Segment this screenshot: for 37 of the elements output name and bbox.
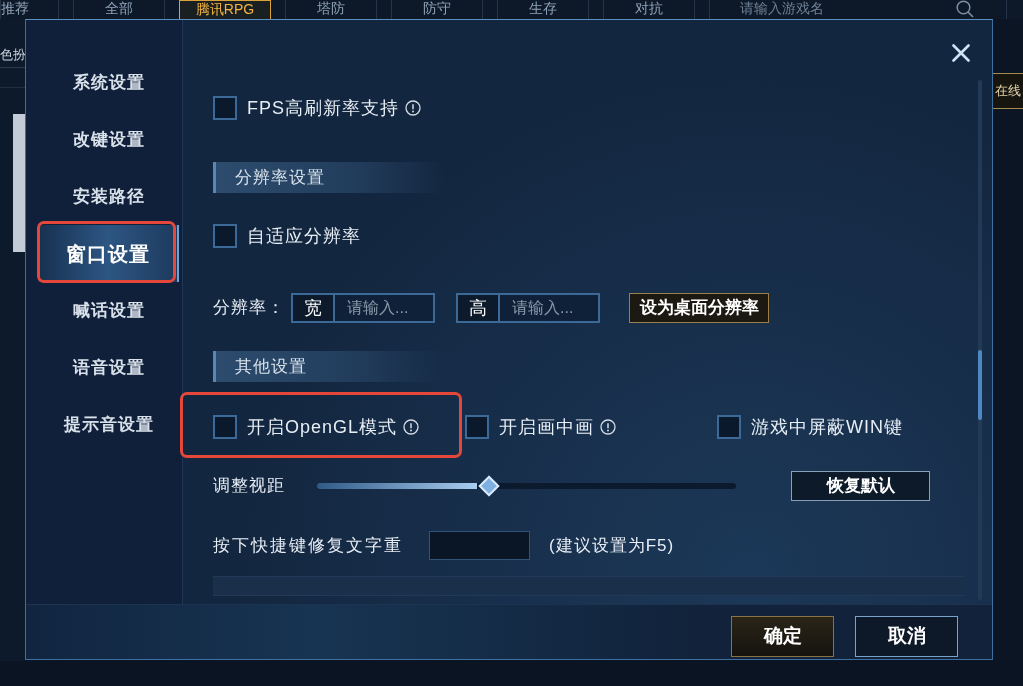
checkbox-label: 开启画中画 bbox=[499, 415, 594, 439]
field-label: 宽 bbox=[291, 293, 335, 323]
field-label: 高 bbox=[456, 293, 500, 323]
checkbox-label: 游戏中屏蔽WIN键 bbox=[751, 415, 903, 439]
online-button[interactable]: 在线 bbox=[993, 73, 1023, 109]
checkbox[interactable] bbox=[717, 415, 741, 439]
sidebar-item[interactable]: 系统设置 bbox=[38, 54, 179, 111]
checkbox[interactable] bbox=[213, 96, 237, 120]
confirm-button[interactable]: 确定 bbox=[731, 616, 834, 657]
close-button[interactable] bbox=[952, 44, 970, 62]
close-icon bbox=[952, 44, 970, 62]
sidebar-item[interactable]: 安装路径 bbox=[38, 168, 179, 225]
search-icon bbox=[956, 0, 974, 18]
sidebar-item[interactable]: 语音设置 bbox=[38, 339, 179, 396]
field-label: 分辨率： bbox=[213, 297, 286, 320]
category-tab[interactable]: 腾讯RPG bbox=[179, 0, 271, 19]
checkbox-label: FPS高刷新率支持 bbox=[247, 96, 399, 120]
text-input[interactable]: 请输入... bbox=[500, 293, 600, 323]
hotkey-label: 按下快捷键修复文字重 bbox=[213, 534, 404, 557]
sidebar-item[interactable]: 提示音设置 bbox=[38, 396, 179, 453]
sidebar-item[interactable]: 喊话设置 bbox=[38, 282, 179, 339]
desktop-resolution-button[interactable]: 设为桌面分辨率 bbox=[629, 293, 769, 323]
reset-button[interactable]: 恢复默认 bbox=[791, 471, 930, 501]
hint-text: (建议设置为F5) bbox=[549, 534, 675, 557]
search-field[interactable]: 请输入游戏名 bbox=[740, 0, 940, 16]
checkbox[interactable] bbox=[213, 224, 237, 248]
checkbox[interactable] bbox=[465, 415, 489, 439]
category-label[interactable]: 色扮 bbox=[0, 47, 26, 63]
cancel-button[interactable]: 取消 bbox=[855, 616, 958, 657]
hotkey-input[interactable] bbox=[429, 531, 530, 560]
sidebar-item[interactable]: 改键设置 bbox=[38, 111, 179, 168]
checkbox-label: 开启OpenGL模式 bbox=[247, 415, 398, 439]
text-input[interactable]: 请输入... bbox=[335, 293, 435, 323]
checkbox-label: 自适应分辨率 bbox=[247, 224, 361, 248]
slider-label: 调整视距 bbox=[213, 475, 286, 498]
scrollbar-thumb[interactable] bbox=[978, 350, 982, 420]
checkbox[interactable] bbox=[213, 415, 237, 439]
